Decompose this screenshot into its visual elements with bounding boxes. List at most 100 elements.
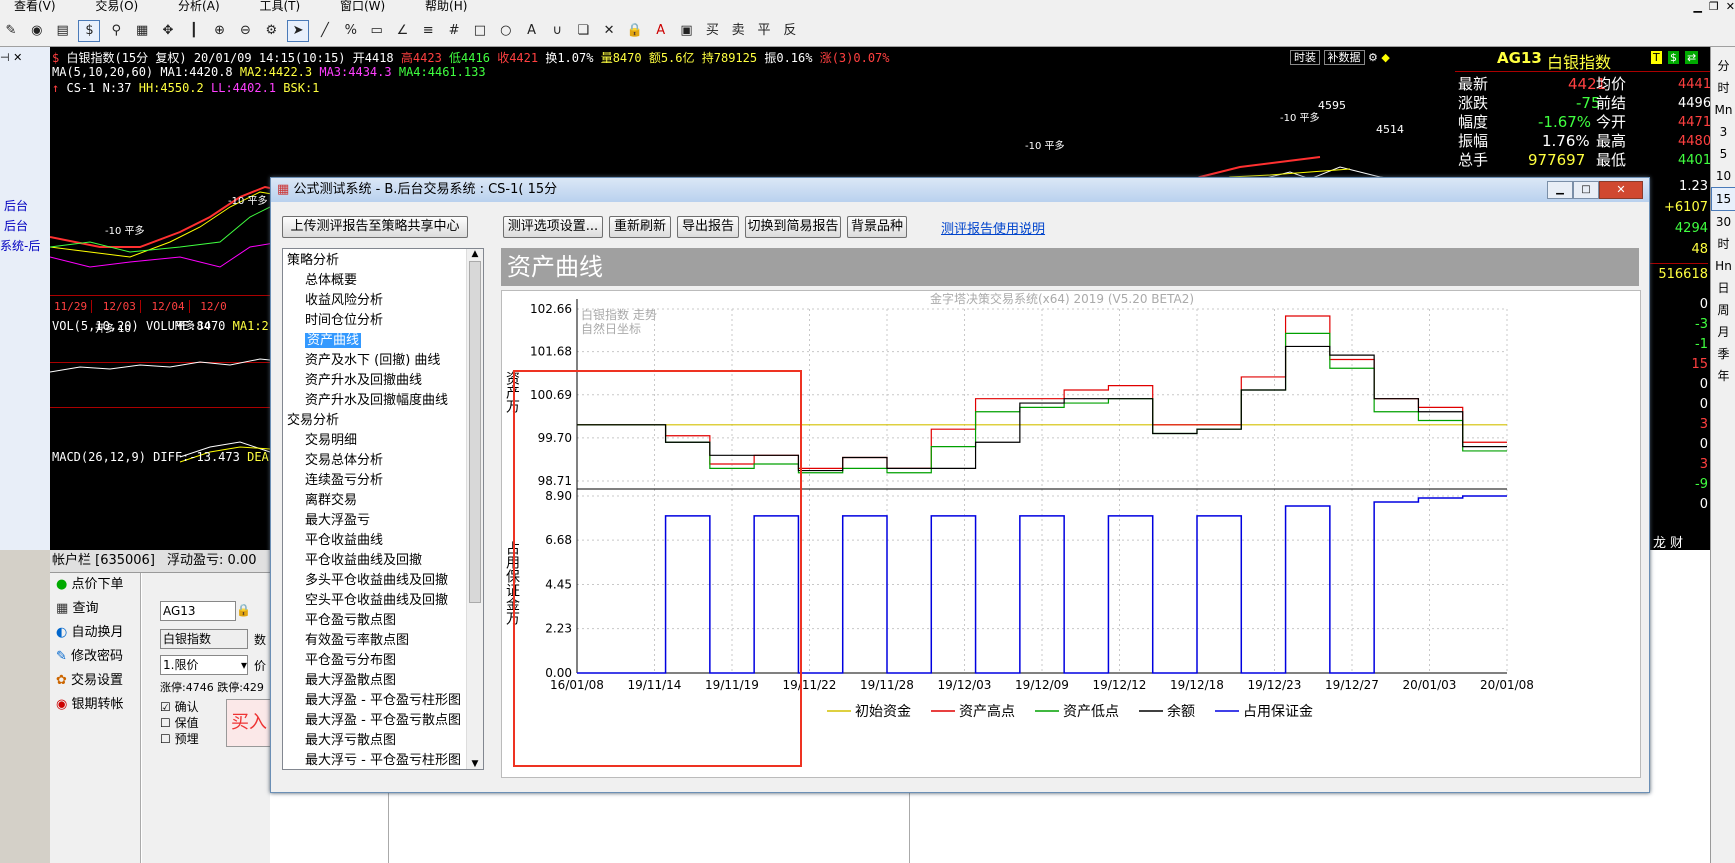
period-day[interactable]: 日 (1711, 277, 1735, 299)
tree-item[interactable]: 总体概要 (283, 271, 483, 291)
period-week[interactable]: 周 (1711, 299, 1735, 321)
buy-button[interactable]: 买入 (226, 699, 272, 747)
date-tab-3[interactable]: 12/04 (147, 300, 190, 313)
account-item-change-password[interactable]: ✎ 修改密码 (50, 645, 140, 669)
cursor-line-icon[interactable]: ┃ (184, 21, 204, 41)
period-15[interactable]: 15 (1711, 187, 1735, 211)
reverse-icon[interactable]: 反 (780, 21, 800, 41)
tree-item[interactable]: 连续盈亏分析 (283, 471, 483, 491)
pin-icon[interactable]: ⊣ ✕ (0, 51, 22, 64)
buy-icon[interactable]: 买 (702, 21, 722, 41)
date-tab-2[interactable]: 12/03 (98, 300, 141, 313)
price-type-select[interactable]: 1.限价 ▾ (160, 655, 248, 675)
refresh-button[interactable]: 重新刷新 (609, 216, 671, 238)
copy-icon[interactable]: ❏ (573, 21, 593, 41)
restore-icon[interactable]: ❐ (1709, 0, 1719, 13)
tree-item[interactable]: 交易总体分析 (283, 451, 483, 471)
style-button[interactable]: 时装 (1290, 50, 1320, 65)
tree-item[interactable]: 多头平仓收益曲线及回撤 (283, 571, 483, 591)
save-icon[interactable]: ▣ (677, 21, 697, 41)
tree-item[interactable]: 空头平仓收益曲线及回撤 (283, 591, 483, 611)
scroll-up-icon[interactable]: ▲ (467, 249, 483, 259)
fill-data-button[interactable]: 补数据 (1323, 50, 1365, 65)
tree-item[interactable]: 资产及水下 (回撤) 曲线 (283, 351, 483, 371)
tree-item[interactable]: 有效盈亏率散点图 (283, 631, 483, 651)
t-icon[interactable]: T (1651, 51, 1662, 64)
date-tab-4[interactable]: 12/0 (196, 300, 231, 313)
dialog-minimize-icon[interactable]: ▁ (1547, 181, 1573, 199)
pointer-icon[interactable]: ➤ (287, 20, 310, 42)
doc-icon[interactable]: ▤ (53, 21, 73, 41)
close-icon[interactable]: ✕ (1726, 0, 1735, 13)
account-item-query[interactable]: ▦ 查询 (50, 597, 140, 621)
dialog-close-icon[interactable]: ✕ (1599, 181, 1643, 199)
tree-item[interactable]: 离群交易 (283, 491, 483, 511)
tree-scrollbar[interactable]: ▲ ▼ (466, 249, 483, 769)
percent-icon[interactable]: % (341, 21, 361, 41)
settings-icon[interactable]: ⚙ (1368, 51, 1378, 64)
ruler-icon[interactable]: ▭ (367, 21, 387, 41)
period-min[interactable]: Mn (1711, 99, 1735, 121)
period-30[interactable]: 30 (1711, 211, 1735, 233)
tree-item[interactable]: 交易明细 (283, 431, 483, 451)
tree-item[interactable]: 平仓盈亏分布图 (283, 651, 483, 671)
scroll-down-icon[interactable]: ▼ (467, 759, 483, 769)
tree-item[interactable]: 收益风险分析 (283, 291, 483, 311)
period-3[interactable]: 3 (1711, 121, 1735, 143)
minimize-icon[interactable]: ▁ (1693, 0, 1701, 13)
tree-item[interactable]: 资产曲线 (283, 331, 483, 351)
delete-icon[interactable]: ✕ (599, 21, 619, 41)
menu-trade[interactable]: 交易(O) (95, 0, 138, 13)
tree-item[interactable]: 资产升水及回撤幅度曲线 (283, 391, 483, 411)
left-link-1[interactable]: 后台 (4, 197, 28, 214)
tree-group[interactable]: 策略分析 (283, 251, 483, 271)
tree-item[interactable]: 最大浮盈 - 平仓盈亏柱形图 (283, 691, 483, 711)
tree-item[interactable]: 平仓盈亏散点图 (283, 611, 483, 631)
period-season[interactable]: 季 (1711, 343, 1735, 365)
edit-icon[interactable]: ✎ (1, 21, 21, 41)
play-icon[interactable]: ◉ (27, 21, 47, 41)
filter-icon[interactable]: ⚲ (106, 21, 126, 41)
scroll-thumb[interactable] (469, 261, 481, 603)
swap-icon[interactable]: ⇄ (1685, 51, 1699, 64)
text-icon[interactable]: A (522, 21, 542, 41)
line-tool-icon[interactable]: ╱ (315, 21, 335, 41)
help-link[interactable]: 测评报告使用说明 (941, 218, 1045, 237)
move-icon[interactable]: ✥ (158, 21, 178, 41)
tree-item[interactable]: 最大浮盈 - 平仓盈亏散点图 (283, 711, 483, 731)
period-5[interactable]: 5 (1711, 143, 1735, 165)
hash-icon[interactable]: # (444, 21, 464, 41)
lock-green-icon[interactable]: 🔒 (236, 603, 251, 617)
menu-view[interactable]: 查看(V) (14, 0, 56, 13)
color-icon[interactable]: A (651, 21, 671, 41)
flat-icon[interactable]: 平 (754, 21, 774, 41)
tree-group[interactable]: 交易分析 (283, 411, 483, 431)
menu-analysis[interactable]: 分析(A) (178, 0, 220, 13)
dialog-maximize-icon[interactable]: □ (1573, 181, 1599, 199)
account-item-auto-roll[interactable]: ◐ 自动换月 (50, 621, 140, 645)
warning-icon[interactable]: ◆ (1381, 51, 1389, 64)
tree-item[interactable]: 最大浮盈散点图 (283, 671, 483, 691)
lock-icon[interactable]: 🔒 (625, 21, 645, 41)
menu-window[interactable]: 窗口(W) (340, 0, 385, 13)
left-link-3[interactable]: 系统-后 (0, 237, 40, 254)
switch-simple-report-button[interactable]: 切换到简易报告 (745, 216, 841, 238)
upload-report-button[interactable]: 上传测评报告至策略共享中心 (282, 216, 468, 238)
circle-icon[interactable]: ○ (496, 21, 516, 41)
left-link-2[interactable]: 后台 (4, 217, 28, 234)
account-item-trade-settings[interactable]: ✿ 交易设置 (50, 669, 140, 693)
angle-icon[interactable]: ∠ (392, 21, 412, 41)
tree-item[interactable]: 平仓收益曲线 (283, 531, 483, 551)
period-month[interactable]: 月 (1711, 321, 1735, 343)
s-icon[interactable]: $ (1668, 51, 1679, 64)
background-symbol-button[interactable]: 背景品种 (847, 216, 907, 238)
confirm-checkbox[interactable]: ☑ 确认 (160, 699, 199, 715)
period-10[interactable]: 10 (1711, 165, 1735, 187)
account-item-bank-transfer[interactable]: ◉ 银期转帐 (50, 693, 140, 717)
tree-item[interactable]: 平仓收益曲线及回撤 (283, 551, 483, 571)
tree-item[interactable]: 最大浮亏散点图 (283, 731, 483, 751)
grid-icon[interactable]: ▦ (132, 21, 152, 41)
tab-finance[interactable]: 财 (1670, 536, 1683, 550)
export-report-button[interactable]: 导出报告 (677, 216, 739, 238)
account-item-price-order[interactable]: ● 点价下单 (50, 573, 140, 597)
